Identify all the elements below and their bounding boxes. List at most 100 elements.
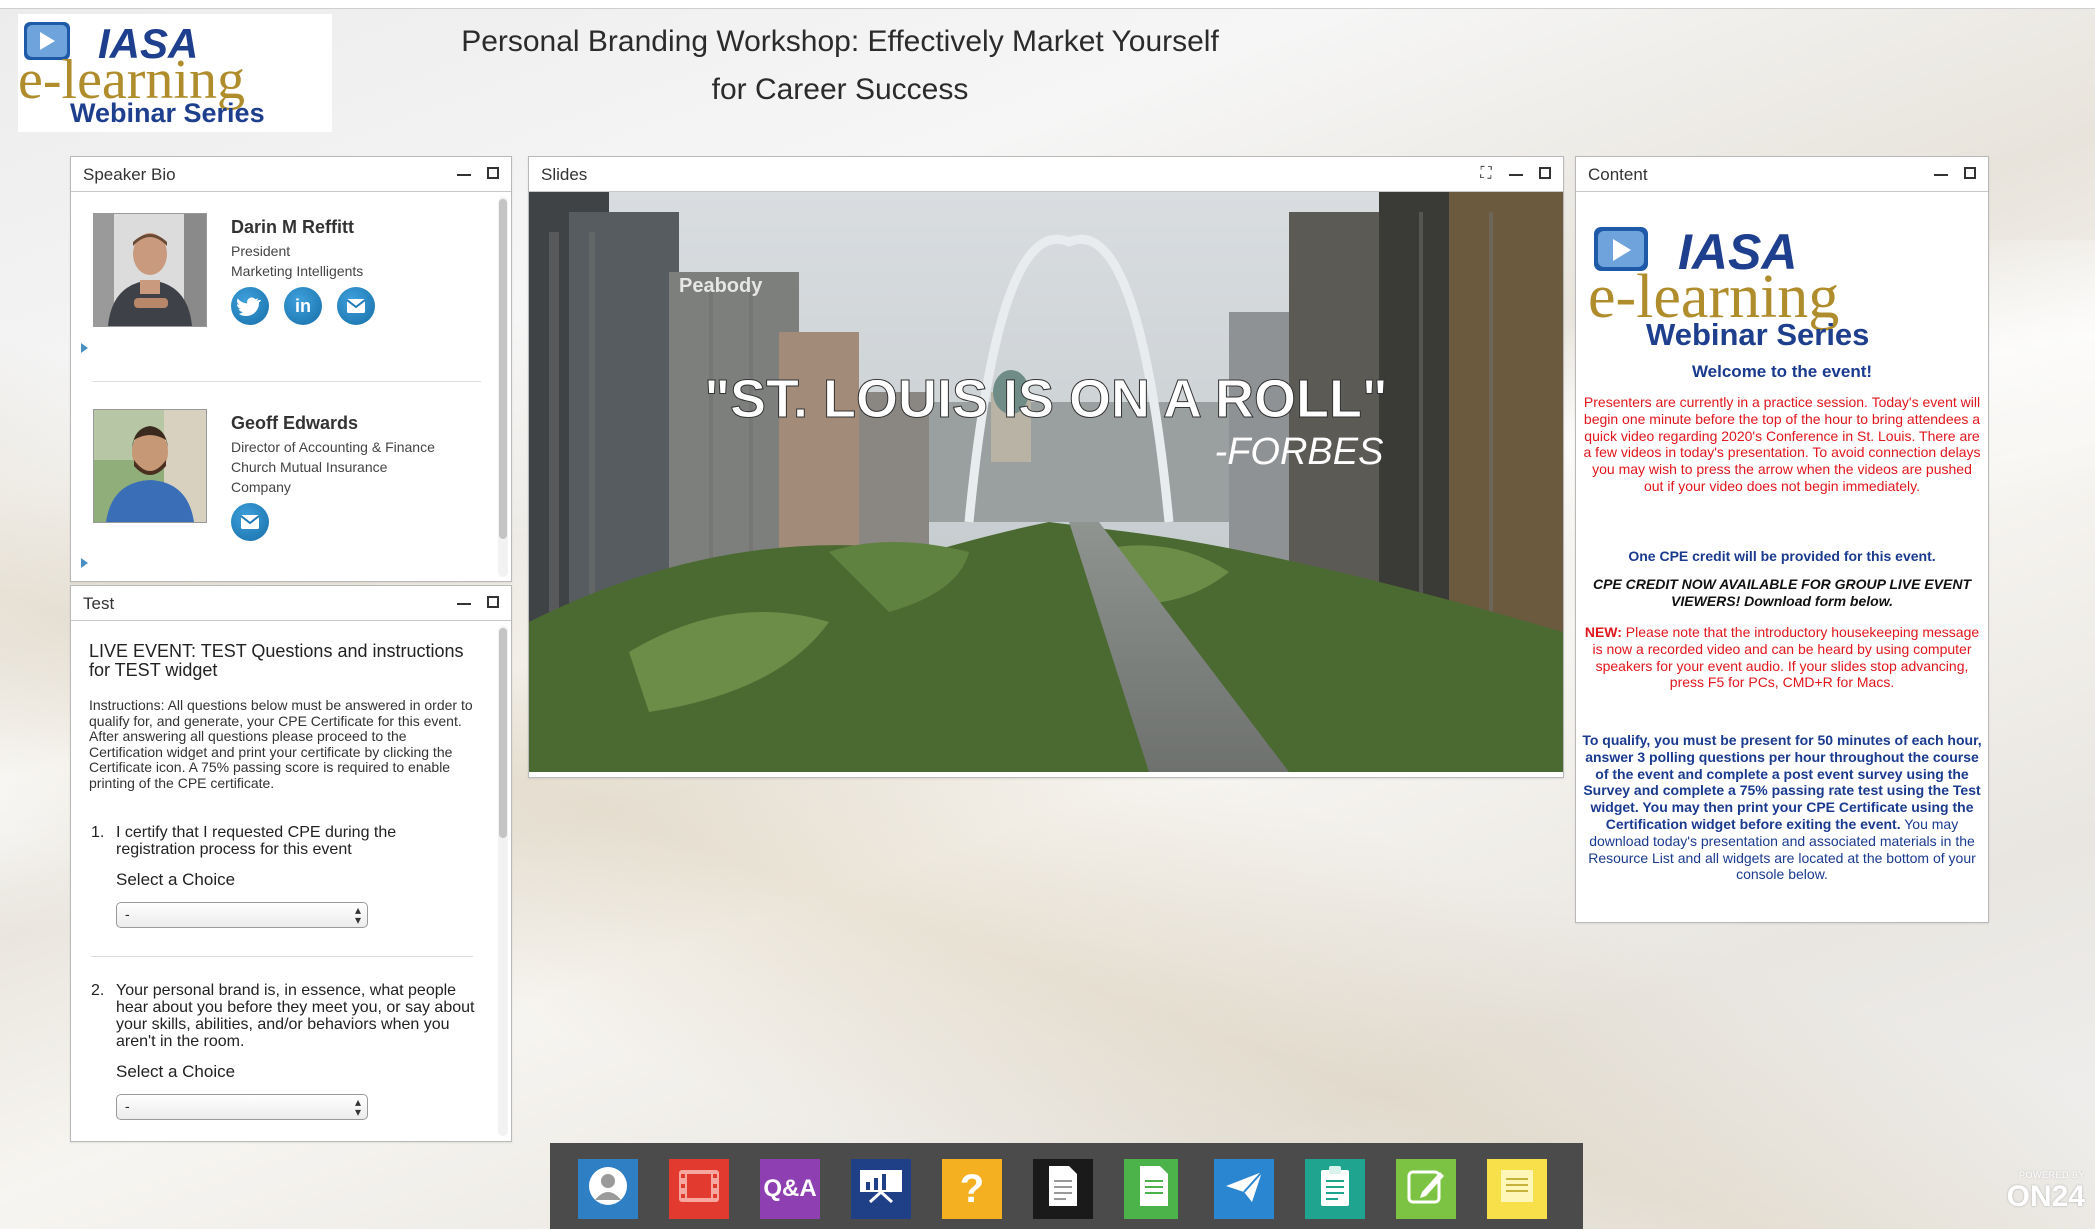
maximize-icon[interactable] [485,166,503,182]
slide-image: Peabody "ST. LOUIS IS ON A ROLL" -FORBES [529,192,1563,772]
test-instructions: Instructions: All questions below must b… [89,697,473,791]
maximize-icon[interactable] [485,595,503,611]
panel-title: Test [83,594,115,613]
email-widget-button[interactable] [1214,1159,1274,1219]
title-line-1: Personal Branding Workshop: Effectively … [461,25,1219,58]
sheet-icon [1136,1164,1172,1215]
question-text: I certify that I requested CPE during th… [116,824,397,858]
test-panel: Test LIVE EVENT: TEST Questions and inst… [70,585,512,1142]
document-icon [1045,1164,1081,1215]
group-live-note: CPE CREDIT NOW AVAILABLE FOR GROUP LIVE … [1592,576,1971,609]
speaker-company-line2: Company [231,479,291,495]
speaker-bio-widget-button[interactable] [578,1159,638,1219]
qualify-note: To qualify, you must be present for 50 m… [1582,732,1982,883]
panel-title: Speaker Bio [83,165,176,184]
minimize-icon[interactable] [1932,166,1950,182]
presentation-icon [858,1166,904,1213]
speaker-title: Director of Accounting & Finance [231,439,435,455]
page-title: Personal Branding Workshop: Effectively … [440,18,1240,114]
maximize-icon[interactable] [1537,166,1555,182]
minimize-icon[interactable] [455,166,473,182]
content-logo: IASA e-learning Webinar Series [1588,217,1948,352]
panel-title: Content [1588,165,1648,184]
logo-line2: Webinar Series [70,98,265,128]
slide-quote: "ST. LOUIS IS ON A ROLL" [704,369,1387,429]
document-widget-button[interactable] [1033,1159,1093,1219]
divider [93,381,481,382]
panel-header[interactable]: Test [71,586,511,621]
help-widget-button[interactable]: ? [942,1159,1002,1219]
linkedin-icon[interactable]: in [284,287,322,325]
page-logo: IASA e-learning Webinar Series [18,14,332,132]
clipboard-icon [1317,1164,1353,1215]
twitter-icon[interactable] [231,287,269,325]
speaker-card: Darin M Reffitt President Marketing Inte… [93,213,473,343]
notes-widget-button[interactable] [1487,1159,1547,1219]
speaker-card: Geoff Edwards Director of Accounting & F… [93,409,473,541]
widget-dock-right [1178,1143,1583,1229]
qa-widget-button[interactable]: Q&A [760,1159,820,1219]
envelope-icon [1222,1166,1266,1213]
test-widget-button[interactable] [1396,1159,1456,1219]
panel-header[interactable]: Speaker Bio [71,157,511,192]
answer-select[interactable]: - ▴ ▾ [116,902,368,928]
minimize-icon[interactable] [455,595,473,611]
select-value: - [125,1098,130,1114]
email-icon[interactable] [337,287,375,325]
resources-widget-button[interactable] [1124,1159,1184,1219]
select-label: Select a Choice [116,1062,236,1081]
slides-widget-button[interactable] [851,1159,911,1219]
scrollbar-thumb[interactable] [499,628,507,838]
media-widget-button[interactable] [669,1159,729,1219]
scrollbar[interactable] [498,197,508,577]
select-caret-icon: ▴ ▾ [354,903,361,927]
test-heading: LIVE EVENT: TEST Questions and instructi… [89,641,464,680]
slides-panel: Slides ⛶ Peabody "ST. LOUIS IS ON A ROLL… [528,156,1564,778]
powered-by-label: POWERED BY [2018,1170,2085,1180]
maximize-icon[interactable] [1962,166,1980,182]
content-panel: Content IASA e-learning Webinar Series W… [1575,156,1989,923]
person-icon [586,1164,630,1215]
speaker-name: Geoff Edwards [231,413,359,433]
edit-icon [1404,1164,1448,1215]
question-text: Your personal brand is, in essence, what… [116,982,475,1050]
top-border [0,0,2095,9]
question-number: 1. [91,824,105,841]
speaker-company: Marketing Intelligents [231,263,364,279]
select-caret-icon: ▴ ▾ [354,1095,361,1119]
fullscreen-icon[interactable]: ⛶ [1477,166,1495,182]
on24-brand: ON24 [2006,1180,2085,1213]
speaker-photo [93,213,207,327]
slide-attribution: -FORBES [1215,431,1384,473]
cpe-credit-note: One CPE credit will be provided for this… [1628,548,1936,564]
notes-icon [1497,1166,1537,1213]
qa-icon: Q&A [763,1175,817,1202]
new-label: NEW: [1584,624,1622,640]
answer-select[interactable]: - ▴ ▾ [116,1094,368,1120]
select-value: - [125,906,130,922]
panel-title: Slides [541,165,588,184]
email-icon[interactable] [231,503,269,541]
speaker-name: Darin M Reffitt [231,217,354,237]
expand-bio-icon[interactable] [81,558,88,568]
scrollbar[interactable] [498,626,508,1136]
new-note: NEW: Please note that the introductory h… [1584,624,1980,691]
welcome-heading: Welcome to the event! [1691,362,1873,381]
panel-header[interactable]: Slides ⛶ [529,157,1563,192]
speaker-bio-panel: Speaker Bio Darin M Reffitt President Ma… [70,156,512,582]
divider [91,956,473,957]
expand-bio-icon[interactable] [81,343,88,353]
widget-dock: Q&A ? [550,1143,1184,1229]
panel-header[interactable]: Content [1576,157,1988,192]
question-number: 2. [91,982,105,999]
question-icon: ? [959,1166,985,1211]
svg-text:Webinar Series: Webinar Series [1646,317,1869,347]
speaker-company: Church Mutual Insurance [231,459,388,475]
speaker-photo [93,409,207,523]
practice-note: Presenters are currently in a practice s… [1583,394,1981,494]
on24-logo: POWERED BY ON24 [2005,1170,2085,1220]
minimize-icon[interactable] [1507,166,1525,182]
scrollbar-thumb[interactable] [499,199,507,539]
title-line-2: for Career Success [711,73,969,106]
survey-widget-button[interactable] [1305,1159,1365,1219]
